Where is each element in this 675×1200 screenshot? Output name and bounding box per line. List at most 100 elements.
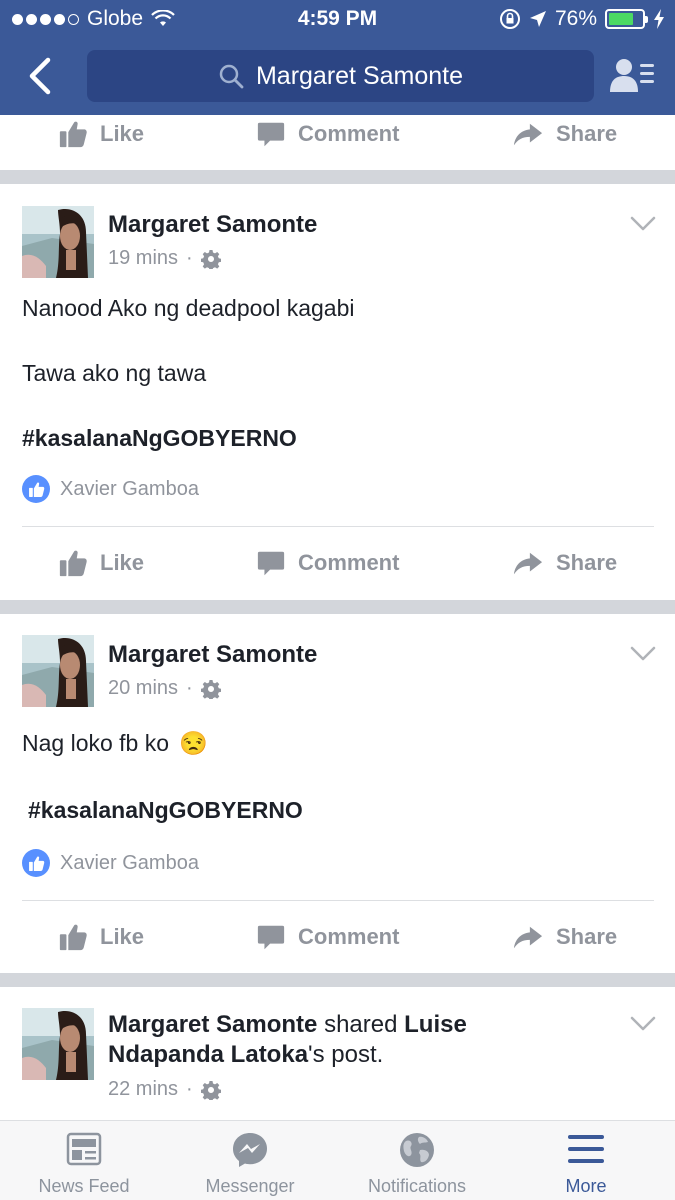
share-label: Share bbox=[556, 550, 618, 575]
meta-dot: · bbox=[186, 1078, 193, 1100]
unamused-emoji-icon: 😒 bbox=[179, 730, 208, 756]
status-right-group: 76% bbox=[499, 7, 665, 31]
post-action-bar: Like Comment Share bbox=[0, 115, 675, 162]
post-likes[interactable]: Xavier Gamboa bbox=[22, 475, 199, 503]
like-button[interactable]: Like bbox=[58, 909, 144, 965]
post-text-line: Tawa ako ng tawa bbox=[22, 360, 207, 386]
meta-dot: · bbox=[186, 247, 193, 269]
tab-news-feed[interactable]: News Feed bbox=[0, 1121, 168, 1200]
battery-percent: 76% bbox=[554, 7, 597, 30]
post-author[interactable]: Margaret Samonte bbox=[108, 640, 317, 670]
comment-button[interactable]: Comment bbox=[256, 535, 399, 591]
status-bar: Globe 4:59 PM 76% bbox=[0, 0, 675, 38]
tab-label: News Feed bbox=[38, 1176, 130, 1196]
share-button[interactable]: Share bbox=[512, 909, 617, 965]
feed-post: Margaret Samonte shared Luise Ndapanda L… bbox=[0, 987, 675, 1120]
post-hashtag[interactable]: #kasalanaNgGOBYERNO bbox=[28, 797, 303, 824]
post-action-bar: Like Comment Share bbox=[0, 535, 675, 591]
comment-button[interactable]: Comment bbox=[256, 909, 399, 965]
post-separator bbox=[0, 600, 675, 614]
shared-word: shared bbox=[324, 1011, 398, 1038]
post-meta: 19 mins · bbox=[108, 247, 221, 270]
location-arrow-icon bbox=[529, 11, 546, 27]
like-label: Like bbox=[100, 550, 145, 575]
post-hashtag[interactable]: #kasalanaNgGOBYERNO bbox=[22, 425, 297, 452]
feed-post: Margaret Samonte 20 mins · Nag loko fb k… bbox=[0, 614, 675, 973]
post-headline: Margaret Samonte shared Luise Ndapanda L… bbox=[108, 1010, 528, 1070]
back-button[interactable] bbox=[22, 54, 58, 98]
share-icon bbox=[512, 119, 544, 149]
comment-label: Comment bbox=[298, 924, 400, 949]
avatar[interactable] bbox=[22, 1008, 94, 1080]
like-button[interactable]: Like bbox=[58, 115, 144, 162]
chevron-down-icon[interactable] bbox=[630, 216, 656, 232]
comment-label: Comment bbox=[298, 550, 400, 575]
share-icon bbox=[512, 922, 544, 952]
search-input[interactable]: Margaret Samonte bbox=[87, 50, 594, 102]
liked-by-name: Xavier Gamboa bbox=[60, 851, 199, 874]
post-separator bbox=[0, 973, 675, 987]
gear-icon bbox=[201, 1080, 221, 1100]
post-meta: 20 mins · bbox=[108, 677, 221, 700]
chevron-down-icon[interactable] bbox=[630, 646, 656, 662]
thumbs-up-icon bbox=[58, 922, 88, 952]
comment-icon bbox=[256, 119, 286, 149]
gear-icon bbox=[201, 249, 221, 269]
navigation-row: Margaret Samonte bbox=[0, 38, 675, 115]
like-badge-icon bbox=[22, 849, 50, 877]
friend-options-button[interactable] bbox=[608, 56, 658, 96]
rotation-lock-icon bbox=[499, 9, 520, 29]
post-text: Nag loko fb ko bbox=[22, 730, 170, 756]
thumbs-up-icon bbox=[58, 119, 88, 149]
post-action-bar: Like Comment Share bbox=[0, 909, 675, 965]
messenger-icon bbox=[233, 1133, 267, 1167]
comment-label: Comment bbox=[298, 121, 400, 146]
shared-suffix: 's post. bbox=[308, 1041, 384, 1068]
share-button[interactable]: Share bbox=[512, 115, 617, 162]
friend-settings-icon bbox=[610, 59, 654, 92]
thumbs-up-icon bbox=[58, 548, 88, 578]
menu-icon bbox=[568, 1135, 604, 1163]
news-feed[interactable]: Like Comment Share Margaret Samonte 19 m… bbox=[0, 115, 675, 1120]
share-button[interactable]: Share bbox=[512, 535, 617, 591]
avatar[interactable] bbox=[22, 206, 94, 278]
comment-button[interactable]: Comment bbox=[256, 115, 399, 162]
post-text-line: Nag loko fb ko 😒 bbox=[22, 730, 208, 757]
tab-more[interactable]: More bbox=[502, 1121, 670, 1200]
post-author[interactable]: Margaret Samonte bbox=[108, 1011, 317, 1038]
avatar[interactable] bbox=[22, 635, 94, 707]
post-divider bbox=[22, 900, 654, 901]
tab-label: Notifications bbox=[367, 1176, 467, 1196]
comment-icon bbox=[256, 922, 286, 952]
like-label: Like bbox=[100, 121, 145, 146]
post-likes[interactable]: Xavier Gamboa bbox=[22, 849, 199, 877]
post-time[interactable]: 19 mins bbox=[108, 247, 178, 270]
like-label: Like bbox=[100, 924, 145, 949]
tab-messenger[interactable]: Messenger bbox=[166, 1121, 334, 1200]
search-query: Margaret Samonte bbox=[255, 61, 464, 90]
bottom-tab-bar: News Feed Messenger Notifications More bbox=[0, 1120, 675, 1200]
liked-by-name: Xavier Gamboa bbox=[60, 477, 199, 500]
post-separator bbox=[0, 170, 675, 184]
like-button[interactable]: Like bbox=[58, 535, 144, 591]
post-time[interactable]: 20 mins bbox=[108, 677, 178, 700]
feed-post: Margaret Samonte 19 mins · Nanood Ako ng… bbox=[0, 184, 675, 600]
share-label: Share bbox=[556, 924, 618, 949]
battery-fill bbox=[609, 13, 634, 25]
search-icon bbox=[219, 64, 244, 89]
post-author[interactable]: Margaret Samonte bbox=[108, 210, 317, 240]
tab-notifications[interactable]: Notifications bbox=[333, 1121, 501, 1200]
header-bar: Globe 4:59 PM 76% Margaret Samonte bbox=[0, 0, 675, 115]
charging-bolt-icon bbox=[654, 9, 664, 29]
share-label: Share bbox=[556, 121, 618, 146]
post-meta: 22 mins · bbox=[108, 1078, 221, 1101]
tab-label: Messenger bbox=[205, 1176, 295, 1196]
battery-icon bbox=[605, 9, 648, 29]
globe-icon bbox=[400, 1133, 434, 1167]
chevron-left-icon bbox=[29, 57, 51, 95]
chevron-down-icon[interactable] bbox=[630, 1016, 656, 1032]
meta-dot: · bbox=[186, 677, 193, 699]
share-icon bbox=[512, 548, 544, 578]
like-badge-icon bbox=[22, 475, 50, 503]
post-time[interactable]: 22 mins bbox=[108, 1078, 178, 1101]
